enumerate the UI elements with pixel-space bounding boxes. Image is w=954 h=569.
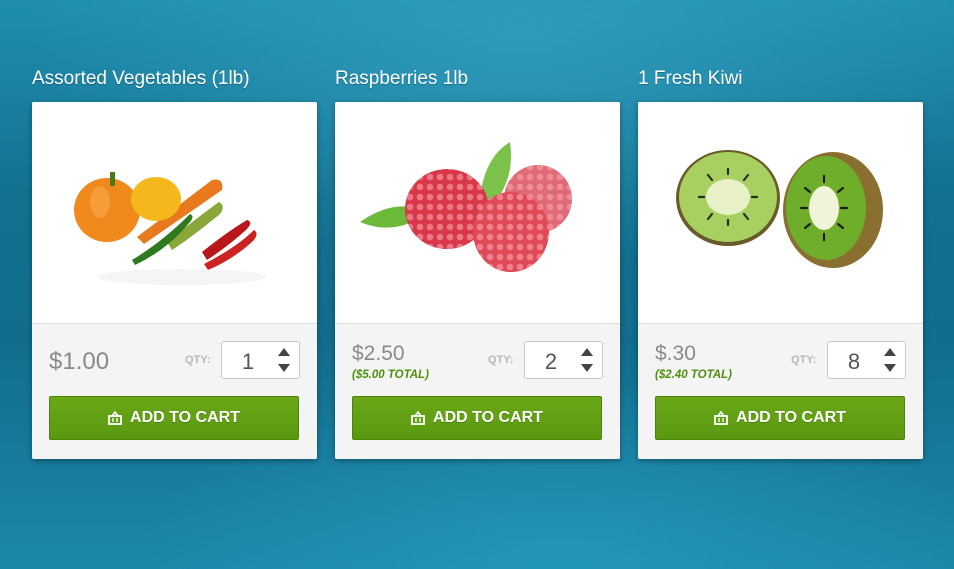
qty-label: QTY: (488, 354, 514, 366)
decrement-arrow-icon[interactable] (581, 364, 593, 372)
product-card-raspberries: Raspberries 1lb $2.50 ($5.00 TOTAL) QTY:… (335, 66, 620, 459)
product-image-area[interactable] (638, 102, 923, 324)
product-title: 1 Fresh Kiwi (638, 68, 743, 89)
quantity-stepper[interactable]: 8 (827, 341, 906, 379)
product-title: Raspberries 1lb (335, 68, 469, 89)
quantity-stepper[interactable]: 2 (524, 341, 603, 379)
quantity-stepper[interactable]: 1 (221, 341, 300, 379)
product-price: $.30 (655, 342, 696, 365)
product-card: $1.00 QTY: 1 ADD TO CART (32, 102, 317, 459)
product-card-kiwi: 1 Fresh Kiwi $.30 ($2.40 TOTAL) QTY: 8 A… (638, 66, 923, 459)
product-total: ($5.00 TOTAL) (352, 369, 429, 381)
product-title: Assorted Vegetables (1lb) (32, 68, 250, 89)
decrement-arrow-icon[interactable] (278, 364, 290, 372)
basket-icon (411, 411, 425, 425)
product-price: $2.50 (352, 342, 405, 365)
product-image-area[interactable] (32, 102, 317, 324)
product-card-vegetables: Assorted Vegetables (1lb) $1.00 QTY: 1 A… (32, 66, 317, 459)
product-card: $.30 ($2.40 TOTAL) QTY: 8 ADD TO CART (638, 102, 923, 459)
product-total: ($2.40 TOTAL) (655, 369, 732, 381)
product-image-area[interactable] (335, 102, 620, 324)
raspberries-image (360, 142, 572, 272)
vegetables-image (74, 172, 267, 285)
decrement-arrow-icon[interactable] (884, 364, 896, 372)
product-purchase-panel: $2.50 ($5.00 TOTAL) QTY: 2 ADD TO CART (335, 324, 620, 459)
qty-label: QTY: (791, 354, 817, 366)
add-to-cart-label: ADD TO CART (130, 409, 240, 426)
product-purchase-panel: $1.00 QTY: 1 ADD TO CART (32, 324, 317, 459)
kiwi-image (676, 150, 883, 268)
product-purchase-panel: $.30 ($2.40 TOTAL) QTY: 8 ADD TO CART (638, 324, 923, 459)
basket-icon (108, 411, 122, 425)
increment-arrow-icon[interactable] (884, 348, 896, 356)
basket-icon (714, 411, 728, 425)
product-card: $2.50 ($5.00 TOTAL) QTY: 2 ADD TO CART (335, 102, 620, 459)
increment-arrow-icon[interactable] (581, 348, 593, 356)
qty-value[interactable]: 2 (525, 349, 577, 375)
product-price: $1.00 (49, 348, 110, 375)
add-to-cart-button[interactable]: ADD TO CART (352, 396, 602, 440)
qty-label: QTY: (185, 354, 211, 366)
add-to-cart-label: ADD TO CART (433, 409, 543, 426)
add-to-cart-button[interactable]: ADD TO CART (655, 396, 905, 440)
qty-value[interactable]: 1 (222, 349, 274, 375)
qty-value[interactable]: 8 (828, 349, 880, 375)
add-to-cart-label: ADD TO CART (736, 409, 846, 426)
increment-arrow-icon[interactable] (278, 348, 290, 356)
add-to-cart-button[interactable]: ADD TO CART (49, 396, 299, 440)
